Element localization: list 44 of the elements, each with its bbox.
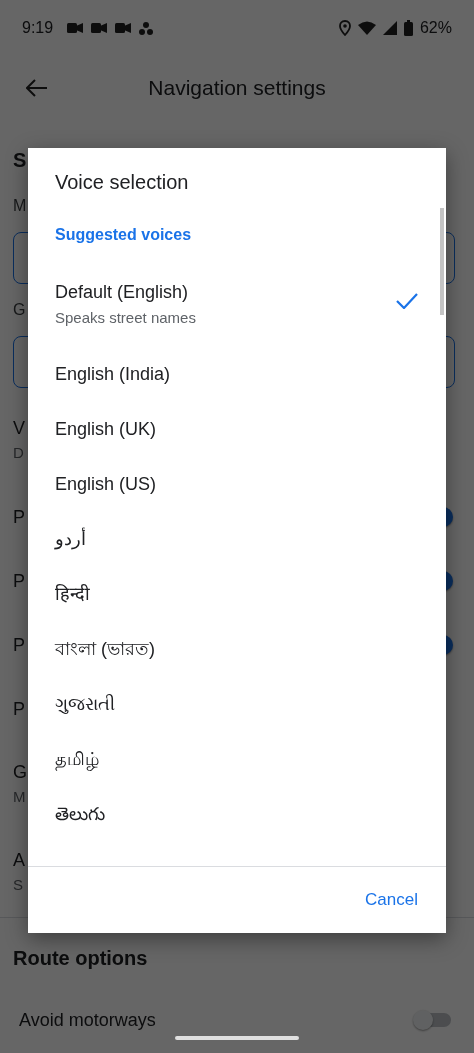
status-time: 9:19 [22, 19, 54, 37]
voice-option[interactable]: தமிழ் [28, 731, 446, 786]
voice-option[interactable]: English (US) [28, 456, 446, 511]
setting-value: M [13, 787, 26, 807]
section-heading: Route options [13, 946, 148, 971]
voice-option[interactable]: English (India) [28, 346, 446, 401]
notification-icon [91, 22, 108, 34]
toggle-switch[interactable] [415, 1013, 451, 1027]
dots-icon [139, 21, 154, 35]
setting-value: S [13, 875, 23, 895]
notification-icon [67, 22, 84, 34]
setting-title: G [13, 761, 27, 784]
setting-title: V [13, 417, 25, 440]
setting-title: P [13, 506, 25, 528]
dialog-title: Voice selection [54, 170, 190, 194]
voice-option[interactable]: বাংলা (ভারত) [28, 621, 446, 676]
voice-option[interactable]: తెలుగు [28, 786, 446, 841]
setting-title: P [13, 634, 25, 656]
wifi-icon [357, 21, 376, 35]
setting-title: P [13, 570, 25, 592]
battery-percent: 62% [419, 19, 452, 37]
scrollbar[interactable] [440, 208, 444, 315]
section-heading: S [13, 148, 27, 173]
voice-option[interactable]: أردو [28, 511, 446, 566]
setting-title: Avoid motorways [19, 1009, 156, 1031]
voice-option[interactable]: Default (English) Speaks street names [28, 245, 446, 346]
voice-option[interactable]: हिन्दी [28, 566, 446, 621]
cancel-button[interactable]: Cancel [355, 882, 428, 918]
home-indicator[interactable] [175, 1036, 299, 1040]
setting-label: M [13, 196, 27, 216]
voice-option[interactable]: English (UK) [28, 401, 446, 456]
screen-title: Navigation settings [147, 76, 327, 100]
battery-icon [403, 20, 413, 36]
voice-option[interactable]: ગુજરાતી [28, 676, 446, 731]
setting-label: G [13, 300, 26, 320]
back-arrow-icon [26, 79, 48, 97]
setting-title: P [13, 698, 25, 720]
setting-value: D [13, 443, 24, 463]
check-icon [396, 292, 418, 309]
location-icon [338, 20, 351, 36]
setting-title: A [13, 849, 25, 872]
section-label: Suggested voices [54, 225, 193, 245]
notification-icon [115, 22, 132, 34]
signal-icon [382, 21, 397, 35]
